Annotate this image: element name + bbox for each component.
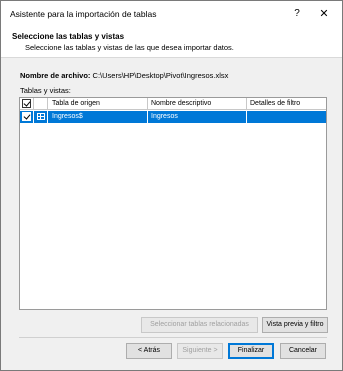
select-all-checkbox[interactable]	[22, 99, 31, 108]
select-related-tables-button[interactable]: Seleccionar tablas relacionadas	[141, 317, 258, 333]
step-title: Seleccione las tablas y vistas	[12, 32, 125, 41]
header-icon-column	[34, 98, 48, 110]
file-path: C:\Users\HP\Desktop\Pivot\Ingresos.xlsx	[92, 71, 229, 80]
next-button[interactable]: Siguiente >	[177, 343, 223, 359]
row-checkbox[interactable]	[22, 112, 31, 121]
title-bar[interactable]: Asistente para la importación de tablas …	[1, 1, 342, 27]
tables-grid[interactable]: Tabla de origen Nombre descriptivo Detal…	[19, 97, 327, 310]
help-button[interactable]: ?	[290, 7, 304, 21]
column-header-filter-details[interactable]: Detalles de filtro	[247, 98, 326, 110]
preview-and-filter-button[interactable]: Vista previa y filtro	[262, 317, 328, 333]
select-all-cell[interactable]	[20, 98, 34, 110]
back-button[interactable]: < Atrás	[126, 343, 172, 359]
row-friendly-name[interactable]: Ingresos	[148, 111, 247, 123]
step-subtitle: Seleccione las tablas y vistas de las qu…	[25, 43, 234, 52]
table-row[interactable]: Ingresos$ Ingresos	[20, 111, 326, 123]
column-header-friendly-name[interactable]: Nombre descriptivo	[148, 98, 247, 110]
grid-header-row: Tabla de origen Nombre descriptivo Detal…	[20, 98, 326, 110]
row-source-table[interactable]: Ingresos$	[48, 111, 148, 123]
row-check-cell[interactable]	[20, 111, 34, 123]
table-icon	[37, 113, 45, 120]
column-header-source-table[interactable]: Tabla de origen	[48, 98, 148, 110]
cancel-button[interactable]: Cancelar	[280, 343, 326, 359]
file-name-label: Nombre de archivo:	[20, 71, 91, 80]
file-name-row: Nombre de archivo: C:\Users\HP\Desktop\P…	[20, 71, 228, 80]
finish-button[interactable]: Finalizar	[228, 343, 274, 359]
close-button[interactable]: ✕	[317, 7, 331, 21]
window-title: Asistente para la importación de tablas	[10, 9, 157, 19]
import-tables-wizard-dialog: Asistente para la importación de tablas …	[0, 0, 343, 371]
wizard-header: Seleccione las tablas y vistas Seleccion…	[1, 27, 342, 58]
tables-and-views-label: Tablas y vistas:	[20, 86, 71, 95]
row-icon-cell	[34, 111, 48, 123]
footer-divider	[19, 337, 327, 338]
row-filter-details[interactable]	[247, 111, 326, 123]
